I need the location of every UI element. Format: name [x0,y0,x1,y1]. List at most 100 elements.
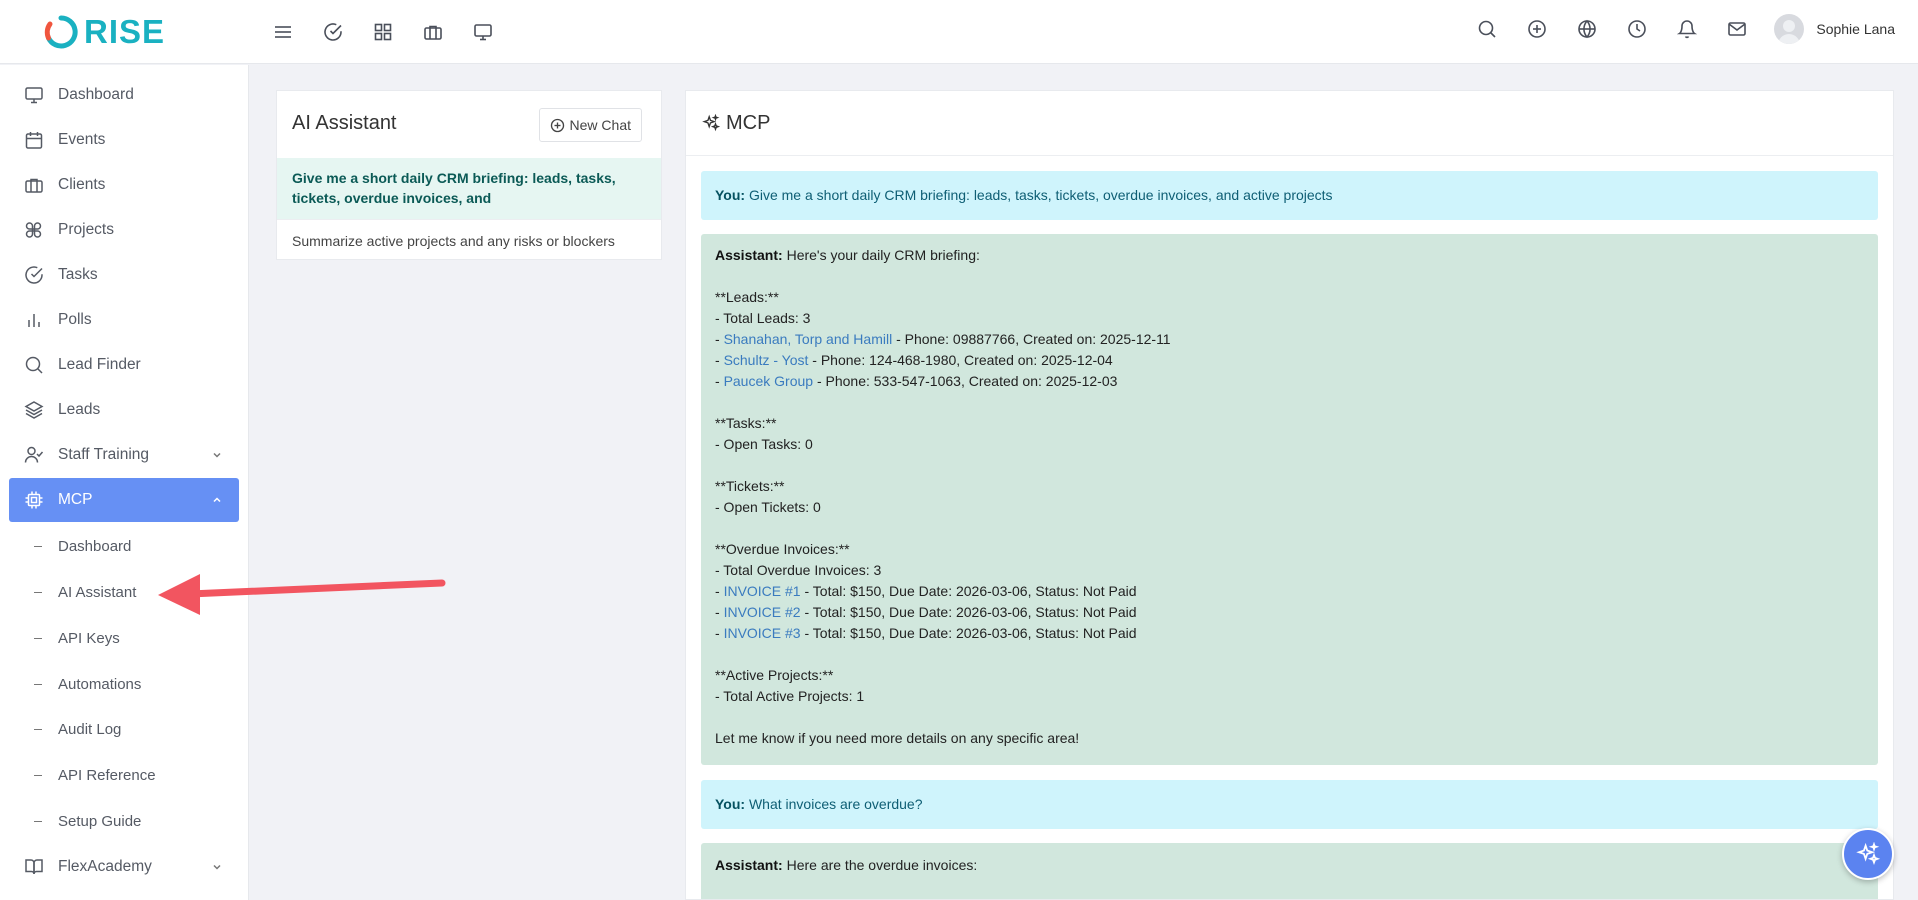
reply-intro: Here's your daily CRM briefing: [786,247,980,263]
dash-icon [34,545,42,547]
sparkles-icon [1856,842,1880,866]
dash-prefix: - [715,583,724,599]
dash-prefix: - [715,352,724,368]
lead-link[interactable]: Shanahan, Torp and Hamill [724,331,893,347]
brand-name: RISE [84,13,166,50]
sidebar-item-mcp[interactable]: MCP [9,478,239,522]
clock-icon[interactable] [1622,14,1652,44]
logo-mark-icon [44,15,78,49]
bar-chart-icon [28,314,40,327]
dash-prefix: - [715,604,724,620]
chevron-down-icon [213,452,221,458]
mail-icon[interactable] [1722,14,1752,44]
dash-icon [34,683,42,685]
sidebar-item-label: Dashboard [58,86,134,103]
plus-circle-icon [550,118,564,132]
user-message-text: What invoices are overdue? [748,796,923,812]
sidebar-subitem-api-keys[interactable]: API Keys [34,620,120,656]
sidebar-subitem-label: API Reference [58,766,156,784]
conversation-item[interactable]: Give me a short daily CRM briefing: lead… [277,158,661,219]
check-circle-icon[interactable] [318,17,348,47]
sidebar-item-staff-training[interactable]: Staff Training [9,433,239,477]
sidebar-subitem-label: Dashboard [58,537,132,555]
sidebar-item-label: Tasks [58,266,98,283]
section-heading: **Leads:** [715,289,779,305]
sidebar-item-label: Projects [58,221,114,238]
invoice-link[interactable]: INVOICE #2 [724,604,801,620]
chat-list-panel: AI Assistant New Chat Give me a short da… [276,90,662,260]
reply-line: - Open Tasks: 0 [715,436,813,452]
briefcase-icon [25,178,43,193]
command-icon [25,222,42,238]
conversation-item[interactable]: Summarize active projects and any risks … [277,219,661,260]
dash-icon [34,728,42,730]
plus-circle-icon[interactable] [1522,14,1552,44]
assistant-message: Assistant: Here are the overdue invoices… [701,843,1878,899]
dash-icon [34,774,42,776]
section-heading: **Tasks:** [715,415,777,431]
globe-icon[interactable] [1572,14,1602,44]
sidebar-item-polls[interactable]: Polls [9,298,239,342]
dash-icon [34,591,42,593]
dash-icon [34,820,42,822]
briefcase-icon[interactable] [418,17,448,47]
sidebar-item-label: Lead Finder [58,356,141,373]
sidebar-subitem-setup-guide[interactable]: Setup Guide [34,803,141,839]
reply-line: - Total: $150, Due Date: 2026-03-06, Sta… [800,583,1137,599]
avatar[interactable] [1774,14,1805,44]
grid-icon[interactable] [368,17,398,47]
ai-assistant-fab[interactable] [1842,828,1894,880]
monitor-icon[interactable] [468,17,498,47]
sidebar-item-events[interactable]: Events [9,118,239,162]
assistant-label: Assistant: [715,857,783,873]
user-check-icon [24,446,44,463]
sparkles-icon [702,114,720,132]
invoice-link[interactable]: INVOICE #1 [724,583,801,599]
menu-icon[interactable] [268,17,298,47]
you-label: You: [715,796,746,812]
dash-icon [34,637,42,639]
chat-title: MCP [726,111,771,134]
sidebar-subitem-ai-assistant[interactable]: AI Assistant [34,574,136,610]
sidebar-item-lead-finder[interactable]: Lead Finder [9,343,239,387]
bell-icon[interactable] [1672,14,1702,44]
brand-logo[interactable]: RISE [44,10,165,54]
sidebar: Dashboard Events Clients Projects Tasks … [0,65,249,900]
reply-outro: Let me know if you need more details on … [715,730,1080,746]
reply-line: - Total Leads: 3 [715,310,811,326]
lead-link[interactable]: Paucek Group [724,373,814,389]
reply-line: - Total Overdue Invoices: 3 [715,562,882,578]
sidebar-item-leads[interactable]: Leads [9,388,239,432]
reply-line: - Total: $150, Due Date: 2026-03-06, Sta… [800,625,1137,641]
monitor-icon [25,87,43,104]
invoice-link[interactable]: INVOICE #3 [724,625,801,641]
sidebar-item-label: Staff Training [58,446,150,463]
sidebar-subitem-label: Automations [58,675,142,693]
new-chat-button[interactable]: New Chat [538,108,642,142]
dash-prefix: - [715,373,724,389]
reply-line: - Open Tickets: 0 [715,499,821,515]
sidebar-item-projects[interactable]: Projects [9,208,239,252]
sidebar-item-clients[interactable]: Clients [9,163,239,207]
search-icon[interactable] [1472,14,1502,44]
sidebar-subitem-audit-log[interactable]: Audit Log [34,711,121,747]
sidebar-subitem-api-reference[interactable]: API Reference [34,757,156,793]
user-name[interactable]: Sophie Lana [1816,21,1895,37]
sidebar-item-flexacademy[interactable]: FlexAcademy [9,845,239,889]
cpu-icon [25,491,43,509]
sidebar-item-tasks[interactable]: Tasks [9,253,239,297]
sidebar-subitem-automations[interactable]: Automations [34,666,141,702]
search-icon [25,356,43,374]
reply-line: - Phone: 533-547-1063, Created on: 2025-… [813,373,1118,389]
book-icon [25,859,43,875]
sidebar-subitem-dashboard[interactable]: Dashboard [34,528,131,564]
sidebar-subitem-label: AI Assistant [58,583,137,601]
reply-line: - Total: $150, Due Date: 2026-03-06, Sta… [800,604,1137,620]
sidebar-item-label: Clients [58,176,106,193]
user-message: You: What invoices are overdue? [701,780,1878,829]
top-bar: RISE Sophie Lana [0,0,1918,64]
lead-link[interactable]: Schultz - Yost [724,352,809,368]
layers-icon [24,401,44,419]
sidebar-item-dashboard[interactable]: Dashboard [9,73,239,117]
reply-line: - Total Active Projects: 1 [715,688,865,704]
